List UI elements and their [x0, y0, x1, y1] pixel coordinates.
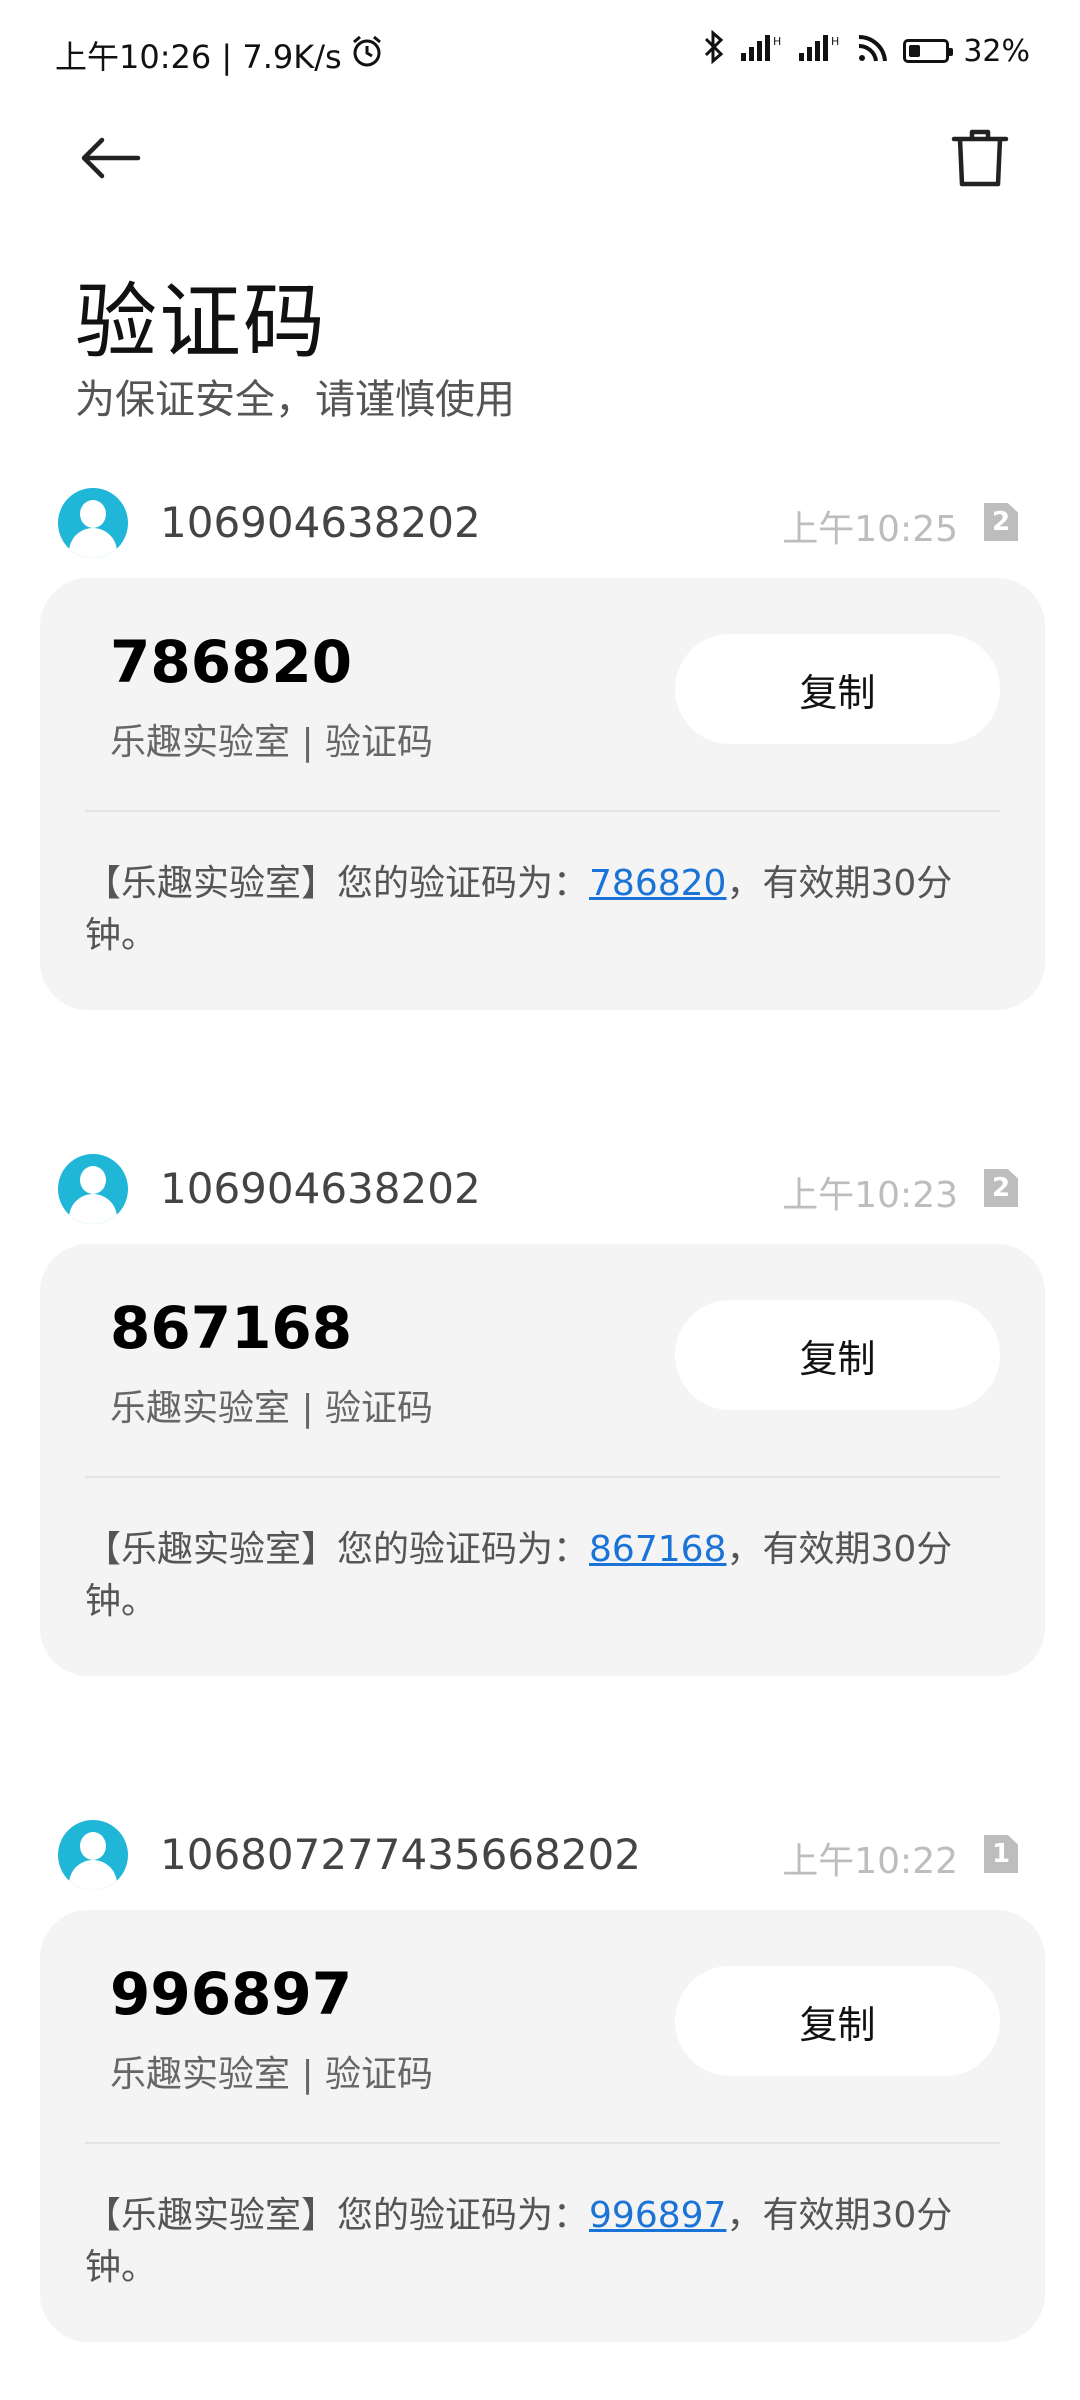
- signal-icon-1: H: [739, 31, 783, 71]
- copy-button[interactable]: 复制: [675, 1300, 1000, 1410]
- message-body: 【乐趣实验室】您的验证码为：786820，有效期30分钟。: [85, 858, 965, 962]
- message-item: 106807277435668202 上午10:22 1 996897 乐趣实验…: [0, 1810, 1080, 2342]
- message-card[interactable]: 996897 乐趣实验室 | 验证码 复制 【乐趣实验室】您的验证码为：9968…: [40, 1910, 1045, 2342]
- sim-card-icon: 2: [984, 503, 1018, 541]
- code-source: 乐趣实验室 | 验证码: [110, 722, 434, 763]
- message-time: 上午10:23: [782, 1175, 958, 1216]
- sender-number: 106904638202: [160, 498, 481, 547]
- verification-code: 996897: [110, 1960, 353, 2028]
- message-card[interactable]: 867168 乐趣实验室 | 验证码 复制 【乐趣实验室】您的验证码为：8671…: [40, 1244, 1045, 1676]
- bluetooth-icon: [703, 29, 725, 72]
- contact-avatar-icon[interactable]: [58, 1154, 128, 1224]
- sender-row: 106904638202 上午10:23 2: [0, 1144, 1080, 1244]
- contact-avatar-icon[interactable]: [58, 488, 128, 558]
- page-title: 验证码: [75, 275, 328, 370]
- back-button[interactable]: [70, 125, 150, 195]
- message-card[interactable]: 786820 乐趣实验室 | 验证码 复制 【乐趣实验室】您的验证码为：7868…: [40, 578, 1045, 1010]
- sender-row: 106807277435668202 上午10:22 1: [0, 1810, 1080, 1910]
- copy-button[interactable]: 复制: [675, 1966, 1000, 2076]
- page-subtitle: 为保证安全，请谨慎使用: [75, 377, 515, 423]
- svg-text:H: H: [773, 35, 781, 48]
- message-item: 106904638202 上午10:25 2 786820 乐趣实验室 | 验证…: [0, 478, 1080, 1010]
- sender-number: 106904638202: [160, 1164, 481, 1213]
- message-body: 【乐趣实验室】您的验证码为：996897，有效期30分钟。: [85, 2190, 965, 2294]
- message-time: 上午10:22: [782, 1841, 958, 1882]
- message-body: 【乐趣实验室】您的验证码为：867168，有效期30分钟。: [85, 1524, 965, 1628]
- verification-code: 867168: [110, 1294, 353, 1362]
- code-link[interactable]: 786820: [589, 863, 726, 904]
- sender-row: 106904638202 上午10:25 2: [0, 478, 1080, 578]
- signal-icon-2: H: [797, 31, 841, 71]
- verification-code: 786820: [110, 628, 353, 696]
- battery-percent: 32%: [963, 33, 1030, 69]
- sim-card-icon: 2: [984, 1169, 1018, 1207]
- code-link[interactable]: 867168: [589, 1529, 726, 1570]
- code-link[interactable]: 996897: [589, 2195, 726, 2236]
- alarm-icon: [350, 34, 384, 76]
- wifi-icon: [855, 31, 889, 71]
- delete-button[interactable]: [940, 120, 1020, 200]
- back-arrow-icon: [78, 136, 142, 184]
- copy-button[interactable]: 复制: [675, 634, 1000, 744]
- code-source: 乐趣实验室 | 验证码: [110, 1388, 434, 1429]
- svg-text:H: H: [831, 35, 839, 48]
- status-time-speed: 上午10:26 | 7.9K/s: [55, 38, 342, 76]
- divider: [85, 810, 1000, 812]
- sim-card-icon: 1: [984, 1835, 1018, 1873]
- status-right: H H 32%: [703, 29, 1030, 72]
- divider: [85, 2142, 1000, 2144]
- message-time: 上午10:25: [782, 509, 958, 550]
- sender-number: 106807277435668202: [160, 1830, 641, 1879]
- code-source: 乐趣实验室 | 验证码: [110, 2054, 434, 2095]
- message-text-prefix: 【乐趣实验室】您的验证码为：: [85, 2195, 590, 2236]
- status-left: 上午10:26 | 7.9K/s: [55, 32, 384, 78]
- battery-icon: [903, 39, 954, 63]
- trash-icon: [950, 127, 1010, 193]
- divider: [85, 1476, 1000, 1478]
- battery-level-fill: [909, 45, 921, 57]
- message-text-prefix: 【乐趣实验室】您的验证码为：: [85, 1529, 590, 1570]
- message-item: 106904638202 上午10:23 2 867168 乐趣实验室 | 验证…: [0, 1144, 1080, 1676]
- contact-avatar-icon[interactable]: [58, 1820, 128, 1890]
- status-bar: 上午10:26 | 7.9K/s H H 32%: [0, 0, 1080, 100]
- message-text-prefix: 【乐趣实验室】您的验证码为：: [85, 863, 590, 904]
